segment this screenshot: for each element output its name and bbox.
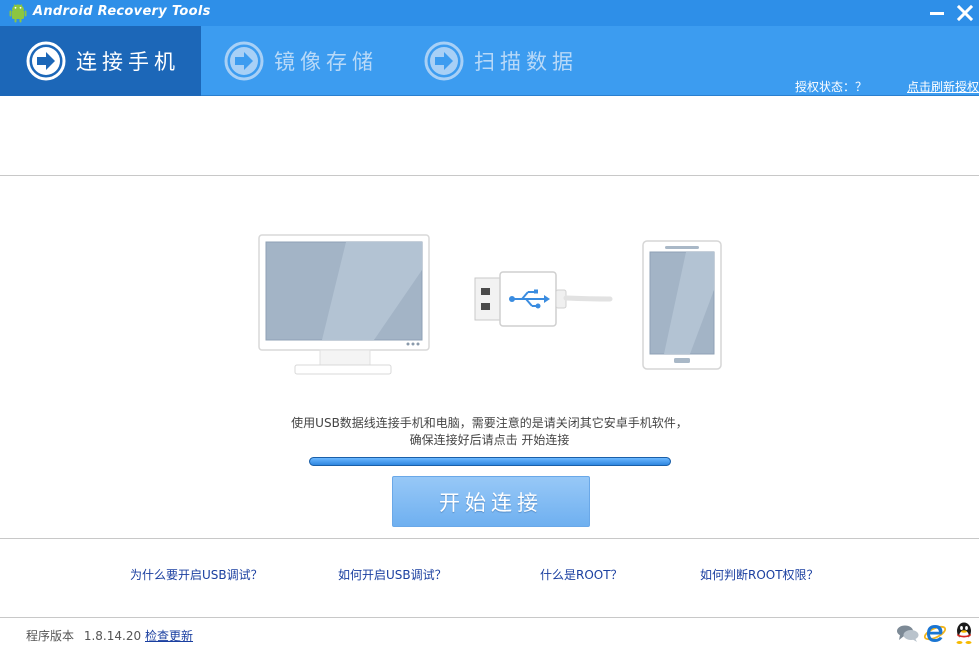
tab-label: 镜像存储 <box>274 50 378 74</box>
tab-label: 连接手机 <box>76 50 180 74</box>
version-info: 程序版本 1.8.14.20 <box>26 627 141 644</box>
arrow-right-circle-icon <box>26 41 66 81</box>
instruction-text: 确保连接好后请点击 开始连接 <box>409 433 570 447</box>
qq-penguin-icon[interactable] <box>952 621 976 645</box>
version-label: 程序版本 <box>26 629 75 643</box>
usb-connector-icon <box>474 271 613 327</box>
version-value: 1.8.14.20 <box>83 629 142 643</box>
android-logo-icon <box>9 4 27 23</box>
instruction-text: 使用USB数据线连接手机和电脑，需要注意的是请关闭其它安卓手机软件， <box>291 416 688 430</box>
tab-label: 扫描数据 <box>474 50 578 74</box>
tab-connect-phone[interactable]: 连接手机 <box>0 26 201 96</box>
phone-icon <box>642 240 722 370</box>
divider <box>0 175 979 176</box>
auth-status: 授权状态：？ <box>795 80 868 94</box>
divider <box>0 538 979 539</box>
help-link-check-root[interactable]: 如何判断ROOT权限？ <box>700 566 819 583</box>
check-update-link[interactable]: 检查更新 <box>145 627 193 644</box>
progress-bar <box>309 457 671 466</box>
close-icon[interactable] <box>956 4 974 22</box>
progress-fill <box>310 458 670 465</box>
chat-bubbles-icon[interactable] <box>896 621 920 645</box>
monitor-icon <box>258 234 430 375</box>
help-link-how-enable-usb-debugging[interactable]: 如何开启USB调试？ <box>338 566 447 583</box>
arrow-right-circle-icon <box>224 41 264 81</box>
help-link-why-usb-debugging[interactable]: 为什么要开启USB调试？ <box>130 566 263 583</box>
arrow-right-circle-icon <box>424 41 464 81</box>
tab-scan-data[interactable]: 扫描数据 <box>424 26 614 96</box>
divider <box>0 617 979 618</box>
help-link-what-is-root[interactable]: 什么是ROOT？ <box>540 566 623 583</box>
minimize-icon[interactable] <box>928 4 946 22</box>
tab-bar: 连接手机 镜像存储 扫描数据 授权状态：？ 点击刷新授权 <box>0 26 979 96</box>
title-bar[interactable]: Android Recovery Tools <box>0 0 979 26</box>
refresh-auth-link[interactable]: 点击刷新授权 <box>907 78 979 95</box>
app-title: Android Recovery Tools <box>33 4 211 19</box>
ie-icon[interactable] <box>923 621 947 645</box>
connection-illustration <box>258 234 722 375</box>
start-connect-button[interactable]: 开始连接 <box>392 476 590 527</box>
tab-mirror-storage[interactable]: 镜像存储 <box>224 26 414 96</box>
